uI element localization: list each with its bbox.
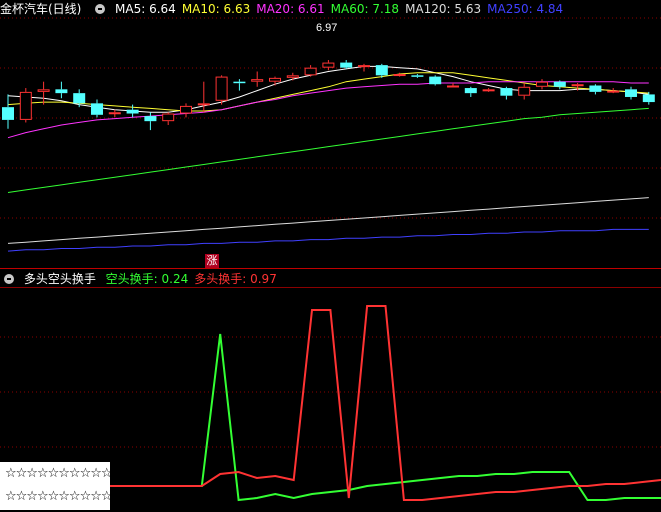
candle-body: [286, 75, 299, 78]
candle-body: [108, 112, 121, 115]
candle-body: [340, 62, 353, 68]
candle-body: [589, 85, 602, 92]
candle-body: [322, 62, 335, 68]
indicator-header: 多头空头换手 空头换手: 0.24 多头换手: 0.97: [0, 270, 289, 288]
ma-legend-item: MA10: 6.63: [181, 2, 251, 16]
candle-body: [197, 103, 210, 106]
limit-up-badge: 涨: [205, 254, 219, 268]
indicator-legend: 空头换手: 0.24 多头换手: 0.97: [106, 272, 283, 286]
ma-line-ma120: [7, 197, 649, 244]
indicator-series-line: [110, 305, 661, 501]
candle-body: [91, 103, 103, 115]
candle-body: [518, 86, 531, 96]
candle-body: [447, 85, 459, 88]
indicator-settings-icon[interactable]: [4, 274, 14, 284]
candle-body: [251, 79, 264, 82]
candle-body: [375, 65, 388, 76]
chart-title: 金杯汽车(日线): [0, 2, 82, 16]
ma-legend-item: MA5: 6.64: [115, 2, 176, 16]
high-price-label: 6.97: [316, 22, 337, 34]
ma-legend-item: MA120: 5.63: [405, 2, 482, 16]
star-row-2: ☆☆☆☆☆☆☆☆☆☆☆: [5, 489, 123, 504]
candle-body: [429, 76, 442, 85]
candle-body: [500, 88, 513, 96]
candle-body: [464, 88, 477, 94]
candle-body: [393, 74, 406, 77]
indicator-series-line: [110, 333, 661, 502]
star-row-1: ☆☆☆☆☆☆☆☆☆☆☆: [5, 466, 123, 481]
ma-legend: MA5: 6.64 MA10: 6.63 MA20: 6.61 MA60: 7.18 M…: [115, 2, 569, 16]
candle-body: [642, 94, 655, 103]
candle-body: [571, 84, 584, 87]
candle-body: [162, 113, 175, 122]
candle-body: [180, 105, 192, 114]
ma-legend-item: MA250: 4.84: [487, 2, 564, 16]
indicator-legend-item: 多头换手: 0.97: [194, 272, 277, 286]
stock-chart[interactable]: 6.97: [0, 0, 661, 512]
indicator-lines: [110, 305, 661, 502]
ma-line-ma10: [7, 72, 649, 112]
settings-icon[interactable]: [95, 4, 106, 14]
ma-legend-item: MA20: 6.61: [256, 2, 325, 16]
candle-body: [126, 109, 139, 114]
candle-body: [358, 65, 370, 68]
candle-body: [73, 93, 86, 104]
star-rating-box: ☆☆☆☆☆☆☆☆☆☆☆ ☆☆☆☆☆☆☆☆☆☆☆: [0, 462, 123, 510]
main-chart-header: 金杯汽车(日线) MA5: 6.64 MA10: 6.63 MA20: 6.61 MA…: [0, 0, 575, 18]
candle-body: [536, 81, 548, 87]
candle-body: [607, 90, 620, 93]
candle-body: [55, 89, 68, 94]
ma-line-ma250: [7, 228, 649, 252]
indicator-title: 多头空头换手: [23, 272, 96, 286]
candle-body: [482, 89, 495, 92]
indicator-legend-item: 空头换手: 0.24: [105, 272, 189, 286]
candle-body: [233, 81, 246, 84]
candle-body: [19, 91, 32, 120]
candle-body: [269, 77, 281, 82]
ma-line-ma60: [7, 107, 649, 193]
moving-average-lines: [7, 65, 649, 252]
ma-legend-item: MA60: 7.18: [330, 2, 400, 16]
candle-body: [37, 89, 50, 92]
candle-body: [144, 116, 157, 122]
candle-body: [625, 89, 637, 97]
candle-body: [304, 67, 317, 76]
candle-body: [411, 75, 424, 77]
candle-body: [215, 76, 228, 101]
candle-body: [553, 81, 566, 87]
candle-body: [2, 107, 14, 120]
